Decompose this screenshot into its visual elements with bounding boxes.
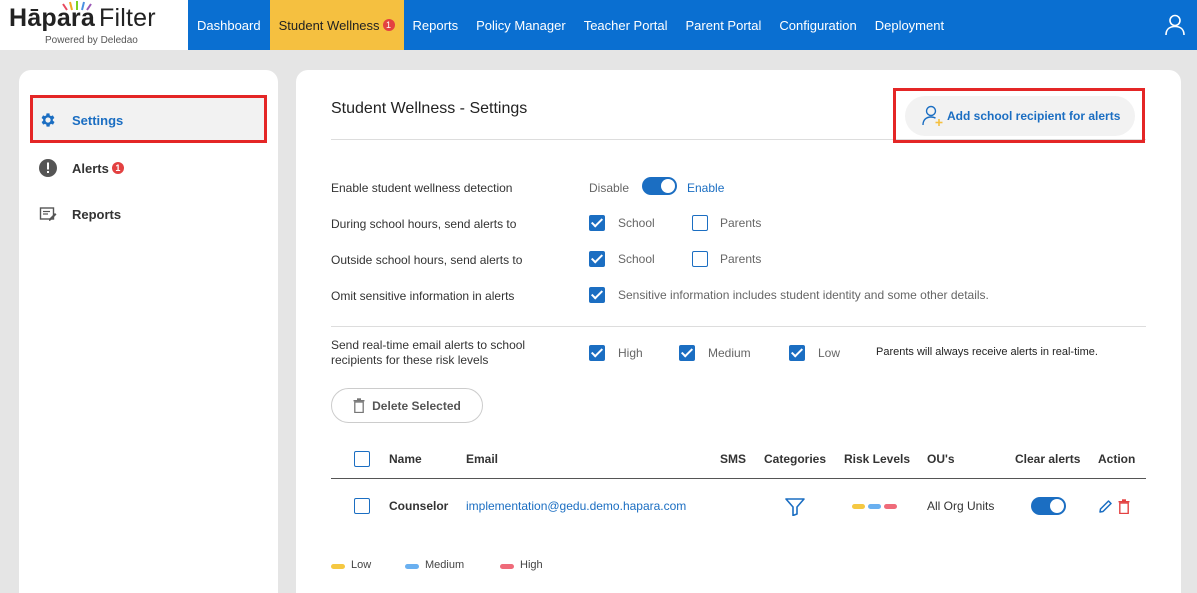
recipient-email[interactable]: implementation@gedu.demo.hapara.com <box>466 499 686 513</box>
risk-high-checkbox[interactable] <box>589 345 605 361</box>
add-user-icon <box>922 105 943 126</box>
risk-medium-indicator <box>868 504 881 509</box>
add-recipient-label: Add school recipient for alerts <box>947 109 1121 123</box>
nav-deployment[interactable]: Deployment <box>866 0 953 50</box>
main-nav: Dashboard Student Wellness 1 Reports Poli… <box>188 0 953 50</box>
select-all-checkbox[interactable] <box>354 451 370 467</box>
nav-label: Student Wellness <box>278 17 380 33</box>
column-header-email[interactable]: Email <box>466 452 498 466</box>
user-icon[interactable] <box>1165 14 1185 36</box>
school-option-label: School <box>618 252 655 266</box>
add-school-recipient-button[interactable]: Add school recipient for alerts <box>905 96 1135 136</box>
realtime-label-line-1: Send real-time email alerts to school <box>331 338 526 352</box>
table-header-divider <box>331 478 1146 479</box>
exclamation-circle-icon <box>39 159 57 177</box>
nav-label: Policy Manager <box>476 17 566 33</box>
divider <box>331 326 1146 327</box>
alerts-count-badge: 1 <box>111 162 124 174</box>
outside-parents-checkbox[interactable] <box>692 251 708 267</box>
trash-icon <box>353 398 365 413</box>
column-header-ous[interactable]: OU's <box>927 452 955 466</box>
enable-text: Enable <box>687 181 725 195</box>
nav-dashboard[interactable]: Dashboard <box>188 0 270 50</box>
logo-title: Hāpara Filter <box>9 4 156 33</box>
legend-low-swatch <box>331 564 345 569</box>
omit-sensitive-checkbox[interactable] <box>589 287 605 303</box>
sidebar-item-label: Reports <box>72 206 122 222</box>
nav-label: Parent Portal <box>685 17 762 33</box>
nav-reports[interactable]: Reports <box>404 0 468 50</box>
column-header-categories[interactable]: Categories <box>764 452 826 466</box>
nav-teacher-portal[interactable]: Teacher Portal <box>575 0 677 50</box>
risk-high-label: High <box>618 346 643 360</box>
enable-detection-label: Enable student wellness detection <box>331 181 513 195</box>
sidebar: Settings Alerts 1 Reports <box>19 70 278 593</box>
risk-low-indicator <box>852 504 865 509</box>
page-title: Student Wellness - Settings <box>331 100 528 117</box>
legend-high-swatch <box>500 564 514 569</box>
parents-realtime-note: Parents will always receive alerts in re… <box>876 346 1098 358</box>
outside-school-checkbox[interactable] <box>589 251 605 267</box>
during-school-checkbox[interactable] <box>589 215 605 231</box>
risk-low-label: Low <box>818 346 841 360</box>
recipient-ous: All Org Units <box>927 499 995 513</box>
legend-medium-swatch <box>405 564 419 569</box>
delete-selected-label: Delete Selected <box>372 398 461 413</box>
logo-tagline: Powered by Deledao <box>45 35 138 46</box>
brand-name: Hāpara <box>9 4 95 32</box>
top-nav-bar: Hāpara Filter Powered by Deledao Dashboar… <box>0 0 1197 50</box>
legend-low-label: Low <box>351 559 372 571</box>
clear-alerts-toggle[interactable] <box>1031 497 1066 515</box>
risk-medium-checkbox[interactable] <box>679 345 695 361</box>
edit-icon[interactable] <box>1098 499 1113 514</box>
nav-student-wellness[interactable]: Student Wellness 1 <box>269 0 404 50</box>
realtime-alerts-label: Send real-time email alerts to school re… <box>331 338 525 368</box>
nav-configuration[interactable]: Configuration <box>770 0 865 50</box>
sidebar-item-reports[interactable]: Reports <box>39 205 121 223</box>
risk-high-indicator <box>884 504 897 509</box>
risk-low-checkbox[interactable] <box>789 345 805 361</box>
row-select-checkbox[interactable] <box>354 498 370 514</box>
delete-selected-button[interactable]: Delete Selected <box>331 388 483 423</box>
recipient-name: Counselor <box>389 499 449 513</box>
nav-label: Teacher Portal <box>583 17 668 33</box>
column-header-name[interactable]: Name <box>389 452 422 466</box>
column-header-sms[interactable]: SMS <box>720 452 746 466</box>
sidebar-item-label: Settings <box>72 112 124 128</box>
sidebar-item-alerts[interactable]: Alerts 1 <box>39 159 124 177</box>
disable-text: Disable <box>589 181 630 195</box>
sidebar-item-label: Alerts <box>72 160 109 176</box>
omit-sensitive-note: Sensitive information includes student i… <box>618 288 989 302</box>
notification-badge: 1 <box>382 19 395 31</box>
filter-icon[interactable] <box>785 498 805 516</box>
risk-medium-label: Medium <box>708 346 751 360</box>
report-icon <box>39 205 57 223</box>
main-panel: Student Wellness - Settings Add school r… <box>296 70 1181 593</box>
realtime-label-line-2: recipients for these risk levels <box>331 353 489 367</box>
parents-option-label: Parents <box>720 216 762 230</box>
legend-medium-label: Medium <box>425 559 465 571</box>
nav-label: Configuration <box>779 17 857 33</box>
during-hours-label: During school hours, send alerts to <box>331 217 517 231</box>
gear-icon <box>39 111 57 129</box>
column-header-risk-levels[interactable]: Risk Levels <box>844 452 910 466</box>
delete-row-icon[interactable] <box>1118 499 1130 514</box>
nav-parent-portal[interactable]: Parent Portal <box>677 0 771 50</box>
column-header-action[interactable]: Action <box>1098 452 1135 466</box>
nav-label: Dashboard <box>197 17 261 33</box>
school-option-label: School <box>618 216 655 230</box>
during-parents-checkbox[interactable] <box>692 215 708 231</box>
logo[interactable]: Hāpara Filter Powered by Deledao <box>0 0 188 50</box>
legend-high-label: High <box>520 559 543 571</box>
brand-product: Filter <box>98 4 156 32</box>
nav-policy-manager[interactable]: Policy Manager <box>467 0 575 50</box>
nav-label: Reports <box>412 17 459 33</box>
parents-option-label: Parents <box>720 252 762 266</box>
omit-sensitive-label: Omit sensitive information in alerts <box>331 289 515 303</box>
sidebar-item-settings[interactable]: Settings <box>39 111 123 129</box>
wellness-detection-toggle[interactable] <box>642 177 677 195</box>
column-header-clear-alerts[interactable]: Clear alerts <box>1015 452 1080 466</box>
outside-hours-label: Outside school hours, send alerts to <box>331 253 523 267</box>
nav-label: Deployment <box>874 17 945 33</box>
